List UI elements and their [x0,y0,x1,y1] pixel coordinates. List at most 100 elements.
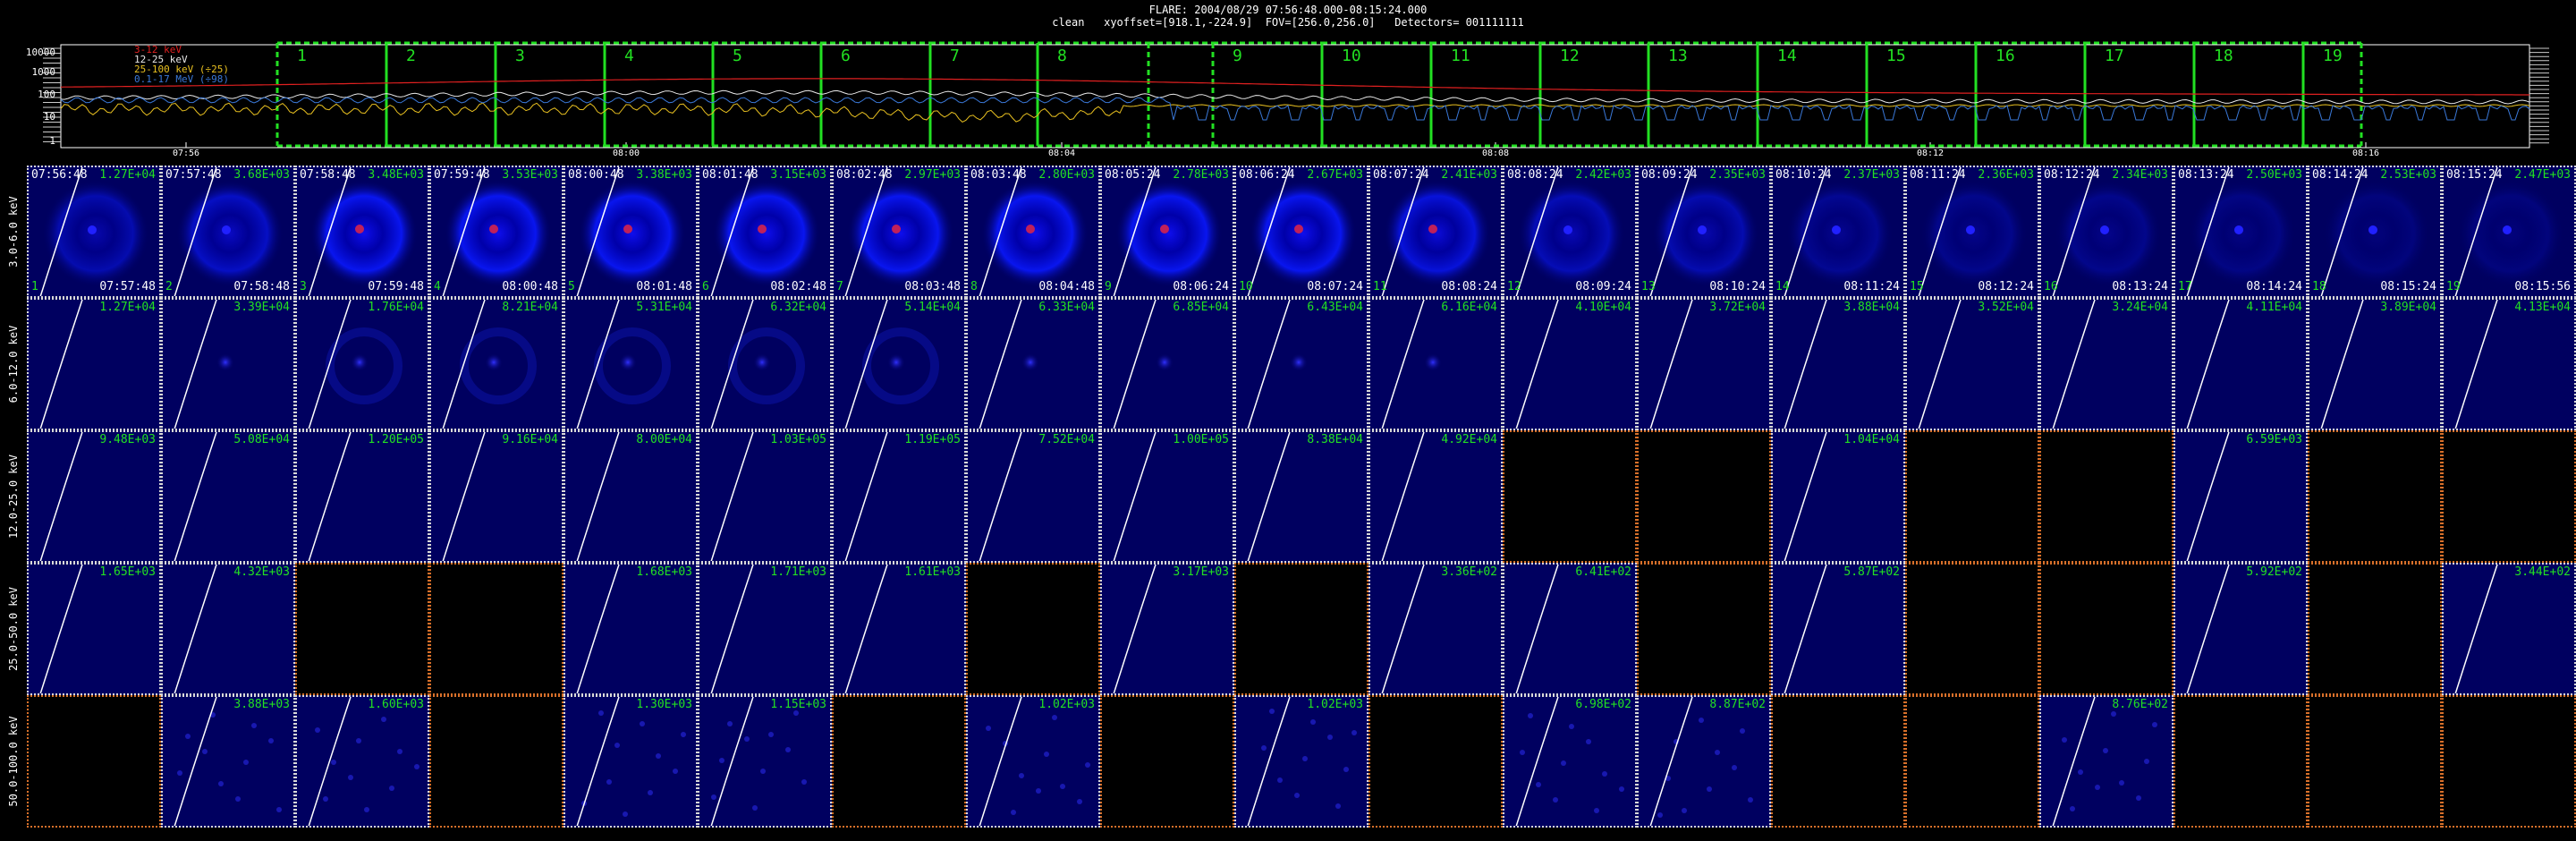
image-cell[interactable] [1771,695,1905,828]
image-cell[interactable]: 6.32E+04 [698,298,832,430]
image-cell[interactable]: 1.03E+05 [698,430,832,563]
image-cell[interactable]: 5.14E+04 [832,298,966,430]
image-cell[interactable]: 5.87E+02 [1771,563,1905,695]
image-cell[interactable] [1100,695,1234,828]
image-cell[interactable]: 08:15:24 08:15:56 19 2.47E+03 [2442,166,2576,298]
image-cell[interactable]: 3.89E+04 [2308,298,2442,430]
image-cell[interactable] [2174,695,2308,828]
image-cell[interactable]: 1.61E+03 [832,563,966,695]
image-cell[interactable] [2308,430,2442,563]
image-cell[interactable]: 9.16E+04 [429,430,564,563]
image-cell[interactable]: 1.27E+04 [27,298,161,430]
image-cell[interactable]: 08:08:24 08:09:24 12 2.42E+03 [1503,166,1637,298]
image-cell[interactable]: 1.02E+03 [1234,695,1368,828]
image-cell[interactable]: 3.72E+04 [1637,298,1771,430]
image-cell[interactable] [1368,695,1503,828]
image-cell[interactable]: 4.13E+04 [2442,298,2576,430]
image-cell[interactable]: 3.39E+04 [161,298,295,430]
image-cell[interactable] [2442,430,2576,563]
image-cell[interactable]: 1.19E+05 [832,430,966,563]
image-cell[interactable]: 08:02:48 08:03:48 7 2.97E+03 [832,166,966,298]
image-cell[interactable]: 6.43E+04 [1234,298,1368,430]
image-cell[interactable]: 6.33E+04 [966,298,1100,430]
image-cell[interactable]: 4.10E+04 [1503,298,1637,430]
image-cell[interactable]: 1.04E+04 [1771,430,1905,563]
image-cell[interactable]: 8.00E+04 [564,430,698,563]
image-cell[interactable]: 08:01:48 08:02:48 6 3.15E+03 [698,166,832,298]
image-cell[interactable]: 08:11:24 08:12:24 15 2.36E+03 [1905,166,2039,298]
image-cell[interactable]: 5.08E+04 [161,430,295,563]
image-cell[interactable]: 8.87E+02 [1637,695,1771,828]
image-cell[interactable]: 08:13:24 08:14:24 17 2.50E+03 [2174,166,2308,298]
image-cell[interactable]: 1.65E+03 [27,563,161,695]
image-cell[interactable]: 08:05:24 08:06:24 9 2.78E+03 [1100,166,1234,298]
image-cell[interactable]: 07:57:48 07:58:48 2 3.68E+03 [161,166,295,298]
image-cell[interactable]: 8.38E+04 [1234,430,1368,563]
image-cell[interactable]: 08:07:24 08:08:24 11 2.41E+03 [1368,166,1503,298]
image-cell[interactable]: 3.44E+02 [2442,563,2576,695]
image-cell[interactable] [2308,695,2442,828]
image-cell[interactable]: 6.59E+03 [2174,430,2308,563]
image-cell[interactable]: 08:14:24 08:15:24 18 2.53E+03 [2308,166,2442,298]
image-cell[interactable]: 1.60E+03 [295,695,429,828]
interval-index: 16 [2044,280,2058,293]
image-cell[interactable]: 3.88E+03 [161,695,295,828]
image-cell[interactable]: 8.76E+02 [2039,695,2174,828]
image-cell[interactable]: 7.52E+04 [966,430,1100,563]
image-cell[interactable] [1637,563,1771,695]
image-cell[interactable]: 3.36E+02 [1368,563,1503,695]
image-cell[interactable]: 07:59:48 08:00:48 4 3.53E+03 [429,166,564,298]
image-cell[interactable] [27,695,161,828]
image-max-value: 3.48E+03 [368,168,424,182]
image-cell[interactable]: 08:12:24 08:13:24 16 2.34E+03 [2039,166,2174,298]
image-cell[interactable] [2308,563,2442,695]
image-cell[interactable]: 08:00:48 08:01:48 5 3.38E+03 [564,166,698,298]
image-cell[interactable]: 5.31E+04 [564,298,698,430]
image-cell[interactable] [2039,563,2174,695]
image-cell[interactable] [832,695,966,828]
image-cell[interactable] [2039,430,2174,563]
image-cell[interactable] [1905,695,2039,828]
image-cell[interactable]: 6.85E+04 [1100,298,1234,430]
image-cell[interactable] [429,563,564,695]
image-cell[interactable]: 08:10:24 08:11:24 14 2.37E+03 [1771,166,1905,298]
image-cell[interactable] [2442,695,2576,828]
image-cell[interactable]: 1.71E+03 [698,563,832,695]
image-cell[interactable] [1503,430,1637,563]
image-cell[interactable]: 08:03:48 08:04:48 8 2.80E+03 [966,166,1100,298]
image-cell[interactable] [1905,563,2039,695]
image-cell[interactable] [1234,563,1368,695]
image-cell[interactable]: 3.52E+04 [1905,298,2039,430]
image-cell[interactable]: 07:56:48 07:57:48 1 1.27E+04 [27,166,161,298]
image-cell[interactable]: 1.68E+03 [564,563,698,695]
image-cell[interactable] [295,563,429,695]
image-cell[interactable]: 8.21E+04 [429,298,564,430]
image-cell[interactable] [1905,430,2039,563]
image-cell[interactable]: 1.02E+03 [966,695,1100,828]
image-cell[interactable]: 1.00E+05 [1100,430,1234,563]
image-cell[interactable] [1637,430,1771,563]
image-cell[interactable]: 08:09:24 08:10:24 13 2.35E+03 [1637,166,1771,298]
image-cell[interactable]: 6.98E+02 [1503,695,1637,828]
image-cell[interactable] [429,695,564,828]
image-cell[interactable]: 1.20E+05 [295,430,429,563]
image-cell[interactable]: 08:06:24 08:07:24 10 2.67E+03 [1234,166,1368,298]
image-cell[interactable]: 1.76E+04 [295,298,429,430]
image-cell[interactable] [966,563,1100,695]
image-cell[interactable]: 4.92E+04 [1368,430,1503,563]
image-cell[interactable]: 4.11E+04 [2174,298,2308,430]
interval-start-time: 07:56:48 [31,168,88,182]
image-cell[interactable]: 1.15E+03 [698,695,832,828]
image-cell[interactable]: 6.41E+02 [1503,563,1637,695]
source-halo [1115,180,1223,287]
image-cell[interactable]: 5.92E+02 [2174,563,2308,695]
image-cell[interactable]: 4.32E+03 [161,563,295,695]
noise-speck [2095,785,2100,790]
image-cell[interactable]: 3.24E+04 [2039,298,2174,430]
image-cell[interactable]: 1.30E+03 [564,695,698,828]
image-cell[interactable]: 6.16E+04 [1368,298,1503,430]
image-cell[interactable]: 3.17E+03 [1100,563,1234,695]
image-cell[interactable]: 07:58:48 07:59:48 3 3.48E+03 [295,166,429,298]
image-cell[interactable]: 9.48E+03 [27,430,161,563]
image-cell[interactable]: 3.88E+04 [1771,298,1905,430]
